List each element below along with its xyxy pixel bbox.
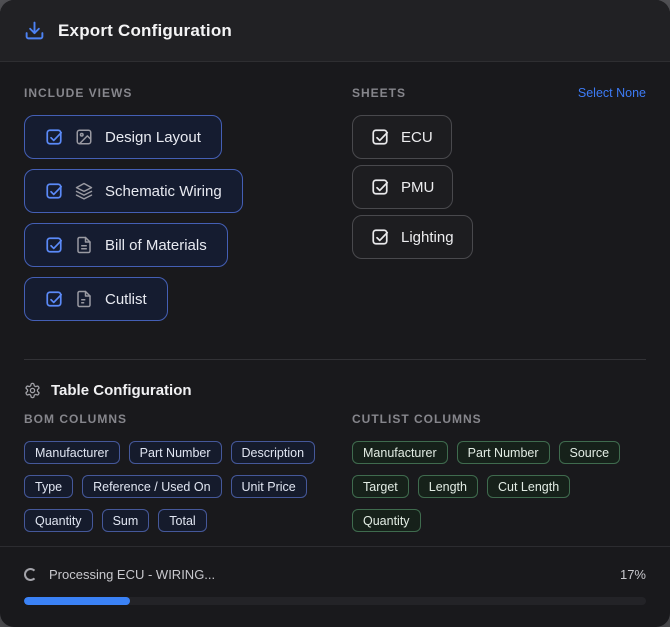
- include-views-section: INCLUDE VIEWS Design Layout Schematic Wi…: [24, 86, 352, 331]
- checkbox-checked-icon: [45, 128, 63, 146]
- include-views-label: INCLUDE VIEWS: [24, 86, 133, 100]
- sheets-label: SHEETS: [352, 86, 407, 100]
- cutlist-column-chip[interactable]: Manufacturer: [352, 441, 448, 464]
- dialog-body: INCLUDE VIEWS Design Layout Schematic Wi…: [0, 62, 670, 546]
- file-icon: [75, 290, 93, 308]
- bom-column-chip[interactable]: Type: [24, 475, 74, 498]
- view-label: Bill of Materials: [105, 236, 207, 254]
- image-icon: [75, 128, 93, 146]
- table-configuration-title: Table Configuration: [51, 382, 192, 399]
- spinner-icon: [24, 568, 37, 581]
- dialog-header: Export Configuration: [0, 0, 670, 62]
- file-text-icon: [75, 236, 93, 254]
- include-view-cutlist[interactable]: Cutlist: [24, 277, 168, 321]
- sheet-pmu[interactable]: PMU: [352, 165, 454, 209]
- sheet-label: ECU: [401, 128, 433, 146]
- bom-column-chip[interactable]: Sum: [101, 509, 150, 532]
- progress-footer: Processing ECU - WIRING... 17%: [0, 546, 670, 627]
- cutlist-column-chip[interactable]: Quantity: [352, 509, 421, 532]
- bom-columns-section: BOM COLUMNS Manufacturer Part Number Des…: [24, 412, 352, 532]
- export-configuration-dialog: Export Configuration INCLUDE VIEWS Desig…: [0, 0, 670, 627]
- sheet-ecu[interactable]: ECU: [352, 115, 452, 159]
- cutlist-columns-chips: Manufacturer Part Number Source Target L…: [352, 441, 646, 532]
- bom-columns-label: BOM COLUMNS: [24, 412, 127, 426]
- sheet-label: PMU: [401, 178, 435, 196]
- sheets-section: SHEETS Select None ECU PMU Lighting: [352, 86, 646, 331]
- bom-column-chip[interactable]: Part Number: [128, 441, 222, 464]
- view-label: Cutlist: [105, 290, 147, 308]
- bom-column-chip[interactable]: Description: [230, 441, 316, 464]
- gear-icon: [24, 382, 41, 399]
- progress-status-text: Processing ECU - WIRING...: [49, 567, 216, 582]
- cutlist-column-chip[interactable]: Target: [352, 475, 409, 498]
- checkbox-checked-icon: [45, 290, 63, 308]
- cutlist-column-chip[interactable]: Part Number: [456, 441, 550, 464]
- bom-columns-chips: Manufacturer Part Number Description Typ…: [24, 441, 336, 532]
- progress-percent: 17%: [619, 567, 646, 582]
- cutlist-columns-section: CUTLIST COLUMNS Manufacturer Part Number…: [352, 412, 646, 532]
- view-label: Design Layout: [105, 128, 201, 146]
- include-view-bill-of-materials[interactable]: Bill of Materials: [24, 223, 228, 267]
- layers-icon: [75, 182, 93, 200]
- checkbox-checked-icon: [371, 178, 389, 196]
- sheet-lighting[interactable]: Lighting: [352, 215, 473, 259]
- download-icon: [24, 20, 45, 41]
- cutlist-column-chip[interactable]: Cut Length: [486, 475, 571, 498]
- checkbox-checked-icon: [371, 228, 389, 246]
- sheet-label: Lighting: [401, 228, 454, 246]
- bom-column-chip[interactable]: Quantity: [24, 509, 93, 532]
- progress-bar-track: [24, 597, 646, 605]
- dialog-title: Export Configuration: [58, 20, 232, 40]
- table-configuration-section: Table Configuration BOM COLUMNS Manufact…: [24, 382, 646, 532]
- section-divider: [24, 359, 646, 360]
- include-view-design-layout[interactable]: Design Layout: [24, 115, 222, 159]
- progress-bar-fill: [24, 597, 130, 605]
- select-none-link[interactable]: Select None: [578, 86, 646, 100]
- checkbox-checked-icon: [371, 128, 389, 146]
- bom-column-chip[interactable]: Manufacturer: [24, 441, 120, 464]
- bom-column-chip[interactable]: Unit Price: [230, 475, 307, 498]
- bom-column-chip[interactable]: Reference / Used On: [82, 475, 222, 498]
- cutlist-columns-label: CUTLIST COLUMNS: [352, 412, 482, 426]
- cutlist-column-chip[interactable]: Source: [558, 441, 621, 464]
- checkbox-checked-icon: [45, 236, 63, 254]
- cutlist-column-chip[interactable]: Length: [417, 475, 478, 498]
- checkbox-checked-icon: [45, 182, 63, 200]
- bom-column-chip[interactable]: Total: [158, 509, 207, 532]
- include-view-schematic-wiring[interactable]: Schematic Wiring: [24, 169, 243, 213]
- view-label: Schematic Wiring: [105, 182, 222, 200]
